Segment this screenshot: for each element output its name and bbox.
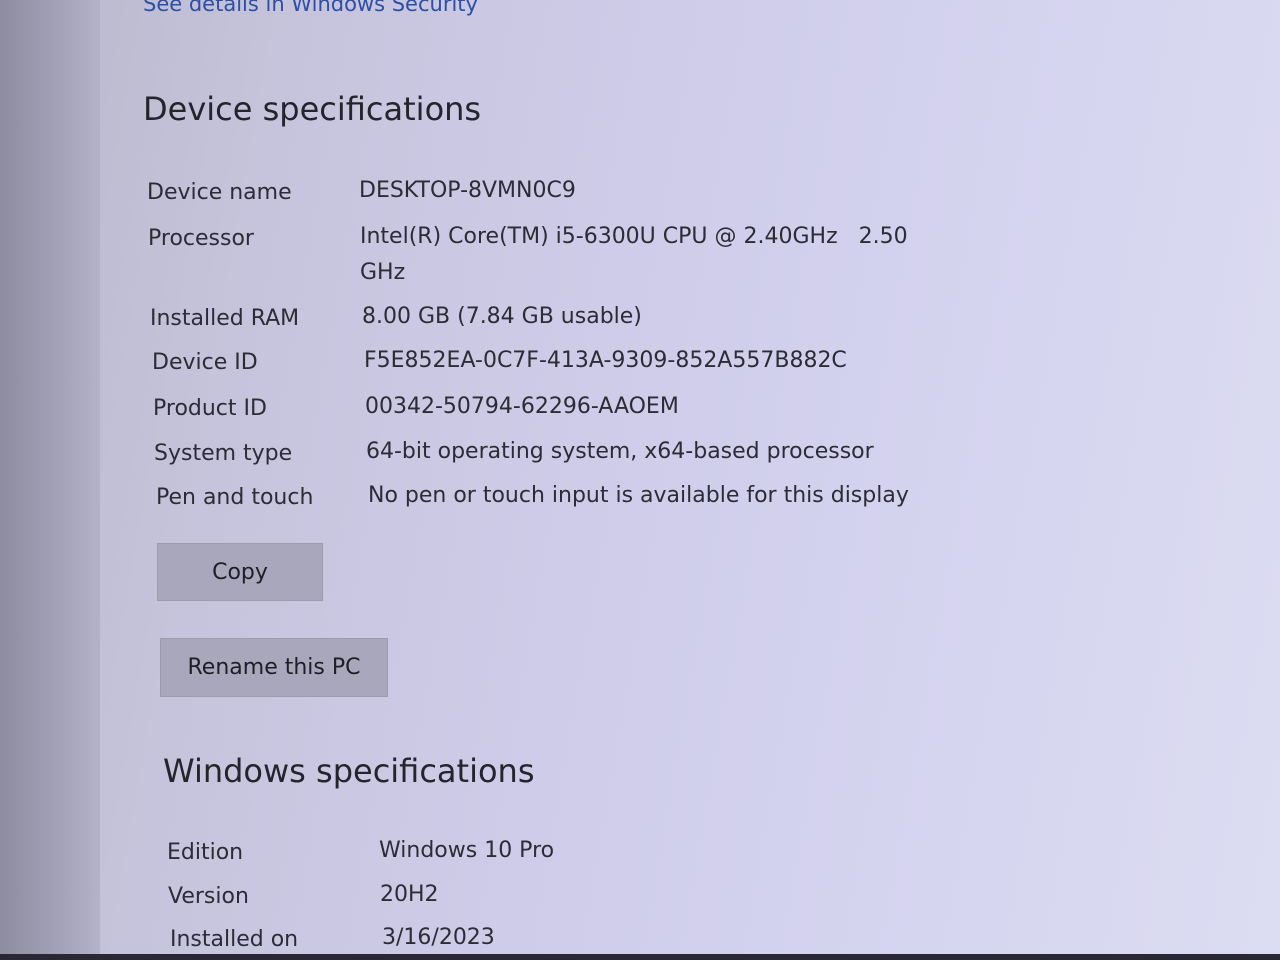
spec-label: Product ID	[153, 396, 267, 421]
processor-line-2: GHz	[360, 260, 406, 285]
spec-value: 8.00 GB (7.84 GB usable)	[362, 304, 642, 329]
spec-label: System type	[154, 441, 293, 466]
windows-specifications-title: Windows specifications	[163, 752, 535, 790]
spec-value: Intel(R) Core(TM) i5-6300U CPU @ 2.40GHz…	[360, 219, 908, 291]
spec-value: 64-bit operating system, x64-based proce…	[366, 439, 874, 464]
copy-button[interactable]: Copy	[157, 543, 323, 601]
spec-value: 00342-50794-62296-AAOEM	[365, 394, 679, 419]
spec-label: Processor	[148, 226, 254, 251]
spec-value: No pen or touch input is available for t…	[368, 483, 909, 508]
spec-value: 20H2	[380, 882, 439, 907]
spec-label: Edition	[167, 840, 244, 865]
spec-label: Installed on	[170, 927, 299, 952]
screen-bezel	[0, 954, 1280, 960]
processor-line-1: Intel(R) Core(TM) i5-6300U CPU @ 2.40GHz…	[360, 224, 908, 249]
rename-pc-button[interactable]: Rename this PC	[160, 638, 388, 697]
spec-value: 3/16/2023	[382, 925, 495, 950]
spec-label: Device name	[147, 180, 292, 205]
device-specifications-title: Device specifications	[143, 90, 482, 128]
spec-label: Device ID	[152, 350, 258, 375]
spec-value: F5E852EA-0C7F-413A-9309-852A557B882C	[364, 348, 847, 373]
windows-security-link[interactable]: See details in Windows Security	[143, 0, 478, 16]
spec-label: Version	[168, 884, 249, 909]
spec-value: DESKTOP-8VMN0C9	[359, 178, 576, 203]
spec-label: Installed RAM	[150, 306, 300, 331]
left-edge-shadow	[0, 0, 100, 960]
spec-label: Pen and touch	[156, 485, 314, 510]
spec-value: Windows 10 Pro	[379, 838, 555, 863]
